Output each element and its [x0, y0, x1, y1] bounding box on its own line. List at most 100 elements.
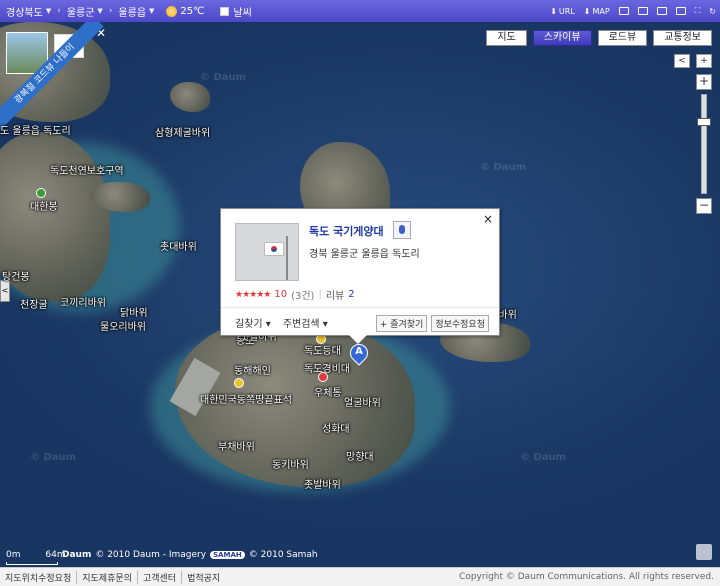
place-label[interactable]: 촛발바위: [304, 476, 341, 491]
refresh-button[interactable]: ↻: [709, 7, 716, 16]
location-marker[interactable]: A: [346, 340, 372, 366]
place-label[interactable]: 얼굴바위: [344, 394, 381, 409]
popup-links: 길찾기 ▾ 주변검색 ▾: [235, 315, 328, 330]
map-credits: Daum © 2010 Daum - Imagery SAMAH © 2010 …: [62, 550, 318, 560]
weather-checkbox[interactable]: [220, 6, 230, 16]
share-button[interactable]: [656, 7, 667, 15]
footer-bar: 지도위치수정요청 지도제휴문의 고객센터 법적공지 Copyright © Da…: [0, 567, 720, 586]
place-label[interactable]: 대한봉: [30, 198, 58, 213]
copyright-text: Copyright © Daum Communications. All rig…: [459, 572, 714, 582]
footer-link-location-fix[interactable]: 지도위치수정요청: [0, 570, 78, 584]
zoom-slider-track[interactable]: [697, 94, 711, 194]
map-corner-button[interactable]: [696, 544, 712, 560]
place-label[interactable]: 코끼리바위: [60, 294, 106, 309]
place-label[interactable]: 독도천연보호구역: [50, 162, 124, 177]
place-label[interactable]: 망향대: [346, 448, 374, 463]
fullscreen-icon: ⛶: [694, 6, 701, 15]
place-label[interactable]: 도 울릉읍 독도리: [0, 122, 71, 137]
review-label[interactable]: 리뷰: [326, 287, 344, 302]
place-label[interactable]: 촛대바위: [160, 238, 197, 253]
postbox-icon[interactable]: [318, 372, 328, 382]
tab-skyview[interactable]: 스카이뷰: [532, 30, 592, 46]
side-panel-toggle[interactable]: <: [0, 280, 10, 302]
download-icon: ⬇: [550, 6, 557, 16]
place-label[interactable]: 탕건봉: [2, 268, 30, 283]
pan-expand-button[interactable]: +: [696, 54, 712, 68]
place-photo[interactable]: [235, 223, 299, 281]
download-icon: ⬇: [583, 6, 591, 16]
map-watermark: © Daum: [200, 72, 247, 83]
footer-link-partnership[interactable]: 지도제휴문의: [77, 570, 138, 584]
rock-terrain: [170, 82, 210, 112]
chevron-down-icon: ▼: [45, 7, 52, 15]
zoom-control: + −: [696, 74, 712, 214]
url-label: URL: [558, 6, 575, 16]
map-watermark: © Daum: [520, 452, 567, 463]
zoom-out-button[interactable]: −: [696, 198, 712, 214]
print-icon: [637, 7, 648, 15]
refresh-icon: ↻: [709, 6, 716, 16]
place-label[interactable]: 삼형제굴바위: [155, 124, 210, 139]
map-label: MAP: [592, 6, 610, 16]
print-button[interactable]: [637, 7, 648, 15]
place-label[interactable]: 부채바위: [218, 438, 255, 453]
weather-toggle[interactable]: 날씨: [210, 4, 252, 19]
breadcrumb-separator-icon: ›: [108, 6, 113, 16]
peak-icon[interactable]: [36, 188, 46, 198]
place-label[interactable]: 닭바위: [120, 304, 148, 319]
toolbar: ⬇ URL ⬇ MAP ⛶ ↻: [550, 0, 716, 22]
place-label[interactable]: 천장굴: [20, 296, 48, 311]
breadcrumb-town[interactable]: 울릉읍 ▼: [112, 4, 160, 19]
breadcrumb-county-label: 울릉군: [66, 7, 95, 19]
measure-button[interactable]: [618, 7, 629, 15]
footer-link-support[interactable]: 고객센터: [138, 570, 183, 584]
place-label[interactable]: 성화대: [322, 420, 350, 435]
place-label[interactable]: 우체통: [314, 384, 342, 399]
place-label[interactable]: 대한민국동쪽땅끝표석: [200, 391, 292, 406]
divider: [221, 307, 499, 308]
divider: |: [318, 289, 322, 300]
place-label[interactable]: 동키바위: [272, 456, 309, 471]
zoom-slider-thumb[interactable]: [697, 118, 711, 126]
review-count[interactable]: 2: [348, 289, 354, 300]
place-label[interactable]: 독도경비대: [304, 360, 350, 375]
breadcrumb-province-label: 경상북도: [6, 7, 43, 19]
tab-map[interactable]: 지도: [486, 30, 527, 46]
weather-temperature: 25℃: [180, 5, 205, 17]
chevron-down-icon: ▼: [149, 7, 155, 15]
footer-link-legal[interactable]: 법적공지: [182, 571, 225, 584]
breadcrumb-province[interactable]: 경상북도 ▼: [0, 4, 57, 19]
pan-left-button[interactable]: <: [674, 54, 690, 68]
weather-widget[interactable]: 25℃: [160, 5, 210, 17]
share-icon: [656, 7, 667, 15]
directions-dropdown[interactable]: 길찾기 ▾: [235, 315, 271, 330]
nearby-search-dropdown[interactable]: 주변검색 ▾: [283, 315, 328, 330]
rating-stars: ★★★★★: [235, 289, 271, 300]
close-icon[interactable]: ×: [483, 212, 493, 226]
place-label[interactable]: 동해해인: [234, 362, 271, 377]
place-label[interactable]: 독도등대: [304, 342, 341, 357]
place-address: 경북 울릉군 울릉읍 독도리: [309, 249, 420, 260]
add-favorite-button[interactable]: + 즐겨찾기: [375, 315, 428, 332]
save-icon: [675, 7, 686, 15]
landmark-icon[interactable]: [234, 378, 244, 388]
ruler-icon: [618, 7, 629, 15]
save-button[interactable]: [675, 7, 686, 15]
url-button[interactable]: ⬇ URL: [550, 7, 575, 16]
roadview-icon[interactable]: [393, 221, 411, 239]
place-rating: ★★★★★ 10 (3건) | 리뷰 2: [235, 287, 355, 302]
map-watermark: © Daum: [30, 452, 77, 463]
tab-roadview[interactable]: 로드뷰: [597, 30, 648, 46]
place-label[interactable]: 물오리바위: [100, 318, 146, 333]
chevron-down-icon: ▼: [97, 7, 103, 15]
map-button[interactable]: ⬇ MAP: [584, 7, 610, 16]
scale-zero: 0m: [6, 550, 21, 560]
place-title[interactable]: 독도 국기게양대: [309, 223, 384, 239]
breadcrumb-separator-icon: ›: [57, 6, 61, 16]
zoom-in-button[interactable]: +: [696, 74, 712, 90]
breadcrumb-county[interactable]: 울릉군 ▼: [61, 4, 109, 19]
fullscreen-button[interactable]: ⛶: [695, 6, 701, 16]
edit-request-button[interactable]: 정보수정요청: [431, 315, 489, 332]
tab-traffic[interactable]: 교통정보: [653, 30, 712, 46]
map-canvas[interactable]: © Daum © Daum © Daum © Daum ✕ 광복절 코드뷰 나들…: [0, 22, 720, 567]
